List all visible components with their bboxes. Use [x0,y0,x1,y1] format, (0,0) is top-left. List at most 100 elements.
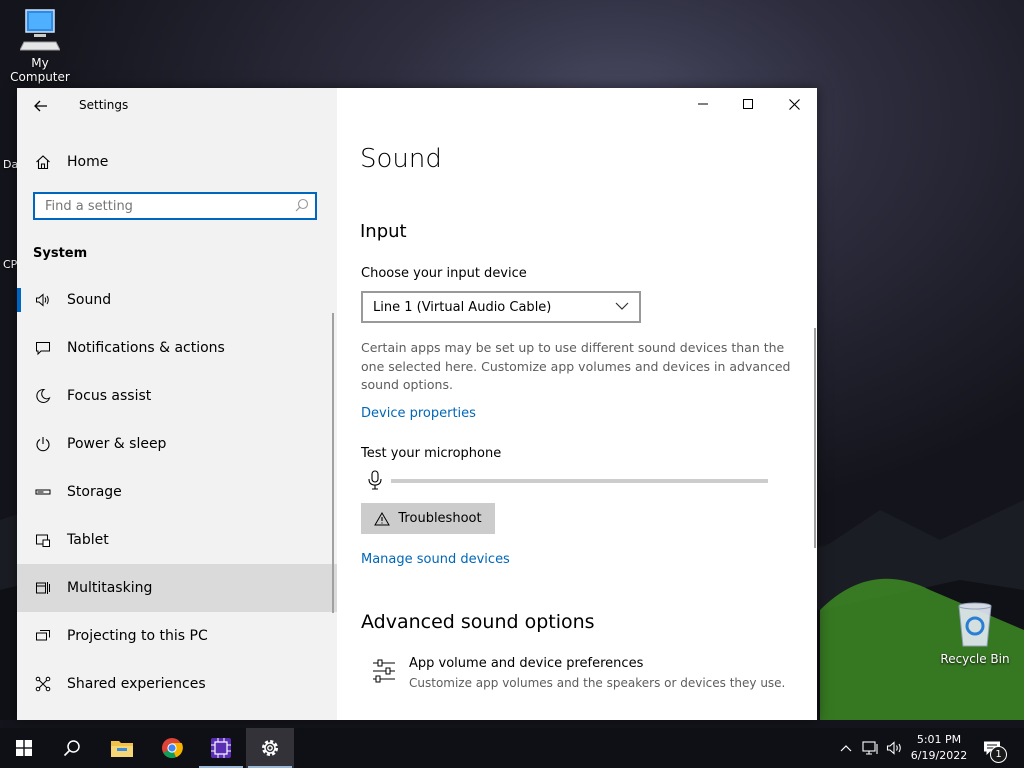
close-button[interactable] [771,88,817,120]
microphone-icon [368,470,382,490]
input-help-text: Certain apps may be set up to use differ… [361,340,791,392]
network-icon [862,741,878,755]
sidebar-item-label: Notifications & actions [67,340,225,356]
sidebar-item-multitasking[interactable]: Multitasking [17,564,337,612]
computer-icon [20,9,60,51]
clock-time: 5:01 PM [916,733,962,746]
speaker-icon [33,290,53,310]
maximize-icon [743,99,753,109]
maximize-button[interactable] [725,88,771,120]
network-tray-button[interactable] [860,728,882,768]
back-button[interactable] [29,94,53,118]
volume-tray-button[interactable] [884,728,906,768]
storage-icon [33,482,53,502]
settings-content: Sound Input Choose your input device Lin… [337,88,817,720]
sidebar-item-label: Multitasking [67,580,153,596]
desktop-icon-recycle-bin[interactable]: Recycle Bin [935,602,1015,666]
search-icon [63,740,80,757]
show-hidden-icons-button[interactable] [836,728,856,768]
notification-count-badge: 1 [990,746,1007,763]
sidebar-item-tablet[interactable]: Tablet [17,516,337,564]
file-explorer-button[interactable] [98,728,146,768]
desktop-icon-label: My Computer [10,56,70,84]
dropdown-selected-value: Line 1 (Virtual Audio Cable) [373,299,552,315]
home-nav-item[interactable]: Home [17,148,337,176]
power-icon [33,434,53,454]
sidebar-item-label: Power & sleep [67,436,167,452]
sidebar-item-notifications[interactable]: Notifications & actions [17,324,337,372]
sidebar-item-projecting[interactable]: Projecting to this PC [17,612,337,660]
home-icon [33,152,53,172]
sidebar-item-focus-assist[interactable]: Focus assist [17,372,337,420]
sidebar-item-label: Projecting to this PC [67,628,208,644]
test-mic-label: Test your microphone [361,446,502,461]
troubleshoot-button[interactable]: Troubleshoot [361,503,495,534]
recycle-bin-icon [958,602,992,647]
chevron-down-icon [615,302,629,310]
volume-icon [886,741,901,755]
taskbar-clock[interactable]: 5:01 PM 6/19/2022 [906,732,972,764]
folder-icon [111,741,133,757]
system-nav-list: Sound Notifications & actions Focus assi… [17,276,337,708]
sidebar-item-label: Focus assist [67,388,152,404]
app-volume-preferences-item[interactable]: App volume and device preferences Custom… [361,654,801,694]
mic-level-meter [391,479,768,483]
shared-experiences-icon [33,674,53,694]
warning-icon [374,511,391,525]
settings-window: Settings Home System Sound [17,88,817,720]
settings-taskbar-button[interactable] [246,728,294,768]
start-button[interactable] [0,728,48,768]
projecting-icon [33,626,53,646]
search-taskbar-button[interactable] [48,728,96,768]
app-button[interactable] [197,728,245,768]
manage-sound-devices-link[interactable]: Manage sound devices [361,552,510,567]
minimize-button[interactable] [680,88,726,120]
troubleshoot-label: Troubleshoot [398,511,482,526]
app-title: Settings [79,98,129,112]
close-icon [788,98,800,110]
sidebar-scrollbar[interactable] [332,313,334,613]
chevron-up-icon [840,745,852,752]
desktop-partial-label: Da [3,158,19,171]
sidebar-item-storage[interactable]: Storage [17,468,337,516]
sidebar-item-label: Sound [67,292,112,308]
taskbar: 5:01 PM 6/19/2022 [0,728,1024,768]
clock-date: 6/19/2022 [910,749,968,762]
desktop-partial-label: CP [3,258,18,271]
settings-sidebar: Settings Home System Sound [17,88,337,720]
content-scrollbar[interactable] [814,328,816,548]
device-properties-link[interactable]: Device properties [361,406,476,421]
sliders-icon [373,659,395,683]
selection-indicator [17,288,21,312]
app-volume-subtitle: Customize app volumes and the speakers o… [409,676,786,690]
windows-logo-icon [16,740,32,756]
sidebar-item-label: Storage [67,484,122,500]
tablet-icon [33,530,53,550]
page-title: Sound [360,144,442,174]
app-icon [211,738,231,758]
multitasking-icon [33,578,53,598]
section-title: System [33,246,88,261]
gear-icon [262,740,278,756]
sidebar-item-label: Shared experiences [67,676,206,692]
back-arrow-icon [34,100,47,112]
search-icon[interactable] [295,198,309,216]
chrome-icon [162,738,183,759]
search-input[interactable] [35,194,295,218]
desktop-icon-my-computer[interactable]: My Computer [0,8,80,84]
minimize-icon [698,103,708,105]
sidebar-item-shared-experiences[interactable]: Shared experiences [17,660,337,708]
app-volume-title: App volume and device preferences [409,656,644,671]
sidebar-item-sound[interactable]: Sound [17,276,337,324]
advanced-sound-heading: Advanced sound options [361,611,595,633]
input-heading: Input [360,221,407,242]
input-device-label: Choose your input device [361,266,527,281]
desktop-icon-label: Recycle Bin [940,652,1010,666]
home-label: Home [67,154,109,170]
chrome-button[interactable] [148,728,196,768]
sidebar-item-label: Tablet [67,532,109,548]
moon-icon [33,386,53,406]
sidebar-item-power-sleep[interactable]: Power & sleep [17,420,337,468]
input-device-dropdown[interactable]: Line 1 (Virtual Audio Cable) [361,291,641,323]
search-box [33,192,317,220]
